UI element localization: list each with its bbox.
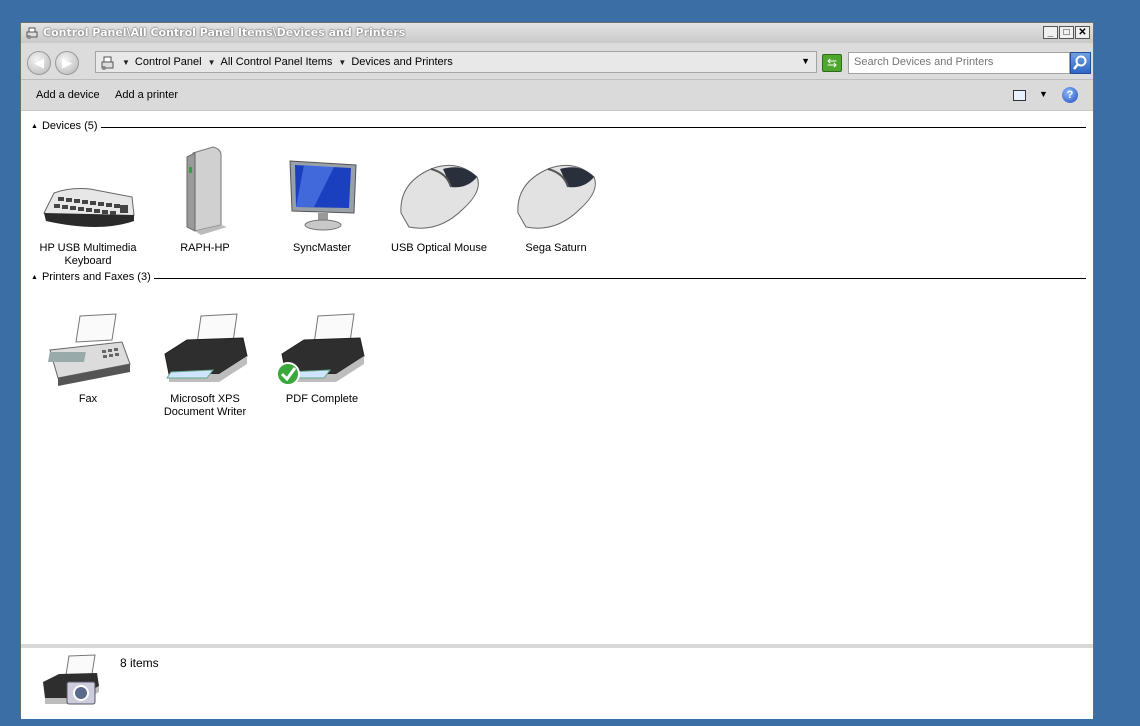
back-button[interactable]: ◀ — [27, 51, 51, 75]
search-icon — [1073, 55, 1087, 70]
chevron-down-icon[interactable]: ▼ — [122, 58, 130, 67]
minimize-button[interactable]: _ — [1043, 26, 1058, 39]
search-box[interactable] — [848, 52, 1070, 74]
printer-label: Microsoft XPS Document Writer — [163, 393, 247, 418]
keyboard-icon — [43, 188, 135, 227]
device-item[interactable]: RAPH-HP — [155, 143, 255, 255]
collapse-arrow-icon: ▲ — [31, 273, 38, 281]
chevron-down-icon[interactable]: ▼ — [1039, 89, 1048, 99]
device-label: RAPH-HP — [180, 242, 230, 254]
devices-printers-icon — [101, 56, 114, 70]
monitor-icon — [289, 160, 357, 231]
view-options-icon[interactable] — [1013, 90, 1026, 101]
address-history-dropdown[interactable]: ▼ — [801, 56, 810, 66]
search-button[interactable] — [1070, 52, 1091, 74]
device-item[interactable]: SyncMaster — [272, 143, 372, 255]
device-label: SyncMaster — [292, 242, 352, 254]
mouse-icon — [400, 164, 479, 229]
group-label: Devices (5) — [41, 120, 98, 132]
window-title: Control Panel\All Control Panel Items\De… — [43, 26, 406, 39]
fax-icon — [48, 313, 131, 386]
group-label: Printers and Faxes (3) — [41, 271, 151, 283]
device-item[interactable]: Sega Saturn — [506, 143, 606, 255]
computer-tower-icon — [186, 146, 227, 235]
address-bar: ◀ ▶ ▼ Control Panel ▼ All Control Panel … — [21, 43, 1093, 80]
device-label: HP USB Multimedia Keyboard — [39, 242, 137, 267]
device-item[interactable]: USB Optical Mouse — [389, 143, 489, 255]
refresh-button[interactable]: ⇆ — [822, 54, 842, 72]
group-header-printers[interactable]: ▲ Printers and Faxes (3) — [31, 271, 151, 283]
crumb-control-panel[interactable]: Control Panel — [135, 56, 202, 68]
item-count: 8 items — [120, 656, 159, 670]
close-button[interactable]: ✕ — [1075, 26, 1090, 39]
printer-label: Fax — [78, 393, 98, 405]
mouse-icon — [517, 164, 596, 229]
explorer-window: Control Panel\All Control Panel Items\De… — [20, 22, 1094, 719]
chevron-down-icon[interactable]: ▼ — [338, 58, 346, 67]
crumb-all-items[interactable]: All Control Panel Items — [221, 56, 333, 68]
printer-item[interactable]: Fax — [38, 294, 138, 406]
group-divider — [154, 278, 1086, 279]
address-field[interactable]: ▼ Control Panel ▼ All Control Panel Item… — [95, 51, 817, 73]
crumb-devices-printers[interactable]: Devices and Printers — [351, 56, 453, 68]
add-printer-button[interactable]: Add a printer — [115, 89, 178, 101]
help-icon[interactable]: ? — [1062, 87, 1078, 103]
collapse-arrow-icon: ▲ — [31, 122, 38, 130]
device-item[interactable]: HP USB Multimedia Keyboard — [38, 143, 138, 268]
devices-printers-icon — [26, 27, 38, 39]
maximize-button[interactable]: □ — [1059, 26, 1074, 39]
add-device-button[interactable]: Add a device — [36, 89, 100, 101]
printer-icon — [164, 313, 248, 382]
title-bar[interactable]: Control Panel\All Control Panel Items\De… — [21, 23, 1093, 43]
printer-item[interactable]: Microsoft XPS Document Writer — [155, 294, 255, 419]
breadcrumb: ▼ Control Panel ▼ All Control Panel Item… — [122, 56, 459, 68]
forward-button[interactable]: ▶ — [55, 51, 79, 75]
group-header-devices[interactable]: ▲ Devices (5) — [31, 120, 98, 132]
command-bar: Add a device Add a printer ▼ ? — [21, 80, 1093, 111]
device-label: Sega Saturn — [525, 242, 587, 254]
printer-label: PDF Complete — [285, 393, 359, 405]
group-divider — [101, 127, 1086, 128]
search-input[interactable] — [854, 56, 1064, 68]
details-pane: 8 items — [21, 644, 1093, 719]
default-printer-icon — [276, 313, 365, 386]
device-label: USB Optical Mouse — [391, 242, 487, 254]
chevron-down-icon[interactable]: ▼ — [208, 58, 216, 67]
printer-camera-icon — [43, 654, 99, 705]
printer-item[interactable]: PDF Complete — [272, 294, 372, 406]
